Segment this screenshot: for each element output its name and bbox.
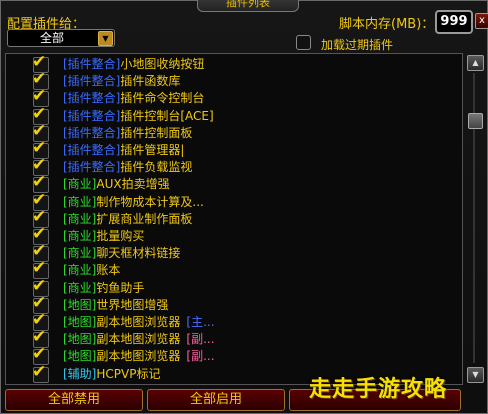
- list-item[interactable]: ✔ [商业]钓鱼助手: [6, 276, 458, 297]
- addon-title: 制作物成本计算及...: [96, 194, 204, 209]
- addon-category: [商业]: [63, 246, 97, 261]
- addon-name: [插件整合]插件命令控制台: [63, 90, 204, 107]
- addon-category: [商业]: [63, 280, 97, 295]
- addon-title: 插件控制面板: [120, 125, 193, 140]
- list-item[interactable]: ✔ [商业]账本: [6, 258, 458, 280]
- addon-name: [商业]账本: [63, 262, 120, 279]
- addon-name: [辅助]HCPVP标记: [63, 366, 160, 383]
- addon-title: 钓鱼助手: [96, 280, 145, 295]
- addon-title: 世界地图增强: [96, 297, 169, 312]
- addon-category: [插件整合]: [63, 74, 121, 89]
- addon-category: [商业]: [63, 263, 97, 278]
- addon-list: ✔ [插件整合]小地图收纳按钮 ✔ [插件整合]插件函数库 ✔ [插件整合]插件命令控制台…: [5, 53, 463, 385]
- list-item[interactable]: ✔ [商业]扩展商业制作面板: [6, 207, 458, 228]
- chevron-down-icon[interactable]: ▼: [98, 31, 113, 46]
- addon-category: [插件整合]: [63, 91, 121, 106]
- list-item[interactable]: ✔ [插件整合]插件控制面板: [6, 121, 458, 142]
- addon-category: [商业]: [63, 229, 97, 243]
- addon-name: [商业]钓鱼助手: [63, 280, 144, 297]
- config-character-dropdown[interactable]: 全部 ▼: [7, 29, 115, 47]
- load-expired-label: 加载过期插件: [321, 38, 394, 52]
- list-item[interactable]: ✔ [商业]聊天框材料链接: [6, 241, 458, 263]
- list-item[interactable]: ✔ [插件整合]插件函数库: [6, 69, 458, 91]
- addon-category: [商业]: [63, 211, 97, 226]
- addon-title: HCPVP标记: [96, 366, 161, 381]
- addon-title: 聊天框材料链接: [96, 246, 181, 261]
- addon-name: [地图]副本地图浏览器 [副...: [63, 348, 215, 365]
- list-item[interactable]: ✔ [插件整合]小地图收纳按钮: [6, 54, 458, 73]
- addon-title: 插件管理器|: [120, 143, 185, 157]
- addon-name: [地图]副本地图浏览器 [主...: [63, 314, 215, 331]
- dropdown-value: 全部: [39, 31, 64, 45]
- addon-category: [插件整合]: [63, 143, 121, 157]
- addon-name: [商业]聊天框材料链接: [63, 245, 180, 262]
- addon-category: [地图]: [63, 349, 97, 364]
- list-item[interactable]: ✔ [插件整合]插件控制台[ACE]: [6, 104, 458, 125]
- enable-checkbox[interactable]: ✔: [32, 362, 49, 383]
- addon-category: [地图]: [63, 297, 97, 312]
- addon-list-window: 插件列表 配置插件给： 全部 ▼ 脚本内存(MB)： 999 x 加载过期插件 …: [0, 0, 488, 414]
- addon-category: [商业]: [63, 194, 97, 209]
- addon-category: [地图]: [63, 332, 97, 347]
- enable-all-button[interactable]: 全部启用: [147, 389, 285, 411]
- script-memory-label: 脚本内存(MB)：: [339, 17, 435, 32]
- addon-title: AUX拍卖增强: [96, 177, 170, 192]
- addon-title: 扩展商业制作面板: [96, 211, 193, 226]
- addon-name: [商业]扩展商业制作面板: [63, 211, 192, 228]
- addon-name: [插件整合]插件管理器|: [63, 142, 184, 159]
- watermark: 走走手游攻略: [309, 377, 448, 402]
- addon-category: [地图]: [63, 315, 97, 329]
- list-item[interactable]: ✔ [地图]副本地图浏览器 [副...: [6, 327, 458, 349]
- addon-category: [商业]: [63, 177, 97, 192]
- addon-name: [插件整合]插件控制面板: [63, 125, 192, 142]
- addon-name: [插件整合]小地图收纳按钮: [63, 56, 204, 73]
- scroll-down-icon[interactable]: ▼: [467, 367, 484, 383]
- list-item[interactable]: ✔ [商业]制作物成本计算及...: [6, 190, 458, 211]
- addon-title: 副本地图浏览器: [96, 349, 181, 364]
- list-item[interactable]: ✔ [商业]AUX拍卖增强: [6, 172, 458, 194]
- disable-all-button[interactable]: 全部禁用: [5, 389, 143, 411]
- addon-suffix: [副...: [186, 332, 215, 347]
- list-item[interactable]: ✔ [商业]批量购买: [6, 224, 458, 245]
- addon-name: [插件整合]插件控制台[ACE]: [63, 108, 214, 125]
- addon-name: [地图]世界地图增强: [63, 297, 168, 314]
- addon-title: 副本地图浏览器: [96, 315, 181, 329]
- addon-title: 副本地图浏览器: [96, 332, 181, 347]
- check-icon: ✔: [32, 361, 47, 382]
- addon-title: 小地图收纳按钮: [120, 57, 205, 71]
- scrollbar[interactable]: ▲ ▼: [465, 53, 485, 383]
- close-button[interactable]: x: [475, 13, 488, 29]
- scroll-thumb[interactable]: [468, 113, 483, 129]
- addon-title: 插件命令控制台: [120, 91, 205, 106]
- addon-name: [商业]批量购买: [63, 228, 144, 245]
- list-item[interactable]: ✔ [插件整合]插件负载监视: [6, 155, 458, 177]
- addon-title: 批量购买: [96, 229, 145, 243]
- addon-name: [插件整合]插件负载监视: [63, 159, 192, 176]
- script-memory-input[interactable]: 999: [435, 10, 473, 34]
- addon-name: [商业]AUX拍卖增强: [63, 176, 170, 193]
- addon-title: 插件负载监视: [120, 160, 193, 175]
- addon-name: [商业]制作物成本计算及...: [63, 194, 204, 211]
- addon-title: 插件控制台[ACE]: [120, 108, 214, 123]
- addon-category: [辅助]: [63, 366, 97, 381]
- window-title: 插件列表: [197, 0, 299, 12]
- addon-suffix: [副...: [186, 349, 215, 364]
- addon-category: [插件整合]: [63, 160, 121, 175]
- addon-category: [插件整合]: [63, 125, 121, 140]
- addon-name: [插件整合]插件函数库: [63, 73, 180, 90]
- addon-name: [地图]副本地图浏览器 [副...: [63, 331, 215, 348]
- addon-title: 插件函数库: [120, 74, 181, 89]
- load-expired-checkbox[interactable]: [296, 35, 311, 50]
- scroll-up-icon[interactable]: ▲: [467, 55, 484, 71]
- addon-title: 账本: [96, 263, 121, 278]
- addon-category: [插件整合]: [63, 57, 121, 71]
- list-item[interactable]: ✔ [地图]副本地图浏览器 [主...: [6, 310, 458, 331]
- list-item[interactable]: ✔ [地图]副本地图浏览器 [副...: [6, 344, 458, 366]
- list-item[interactable]: ✔ [地图]世界地图增强: [6, 293, 458, 314]
- addon-suffix: [主...: [186, 315, 215, 329]
- list-item[interactable]: ✔ [插件整合]插件命令控制台: [6, 86, 458, 108]
- list-item[interactable]: ✔ [插件整合]插件管理器|: [6, 138, 458, 159]
- addon-category: [插件整合]: [63, 108, 121, 123]
